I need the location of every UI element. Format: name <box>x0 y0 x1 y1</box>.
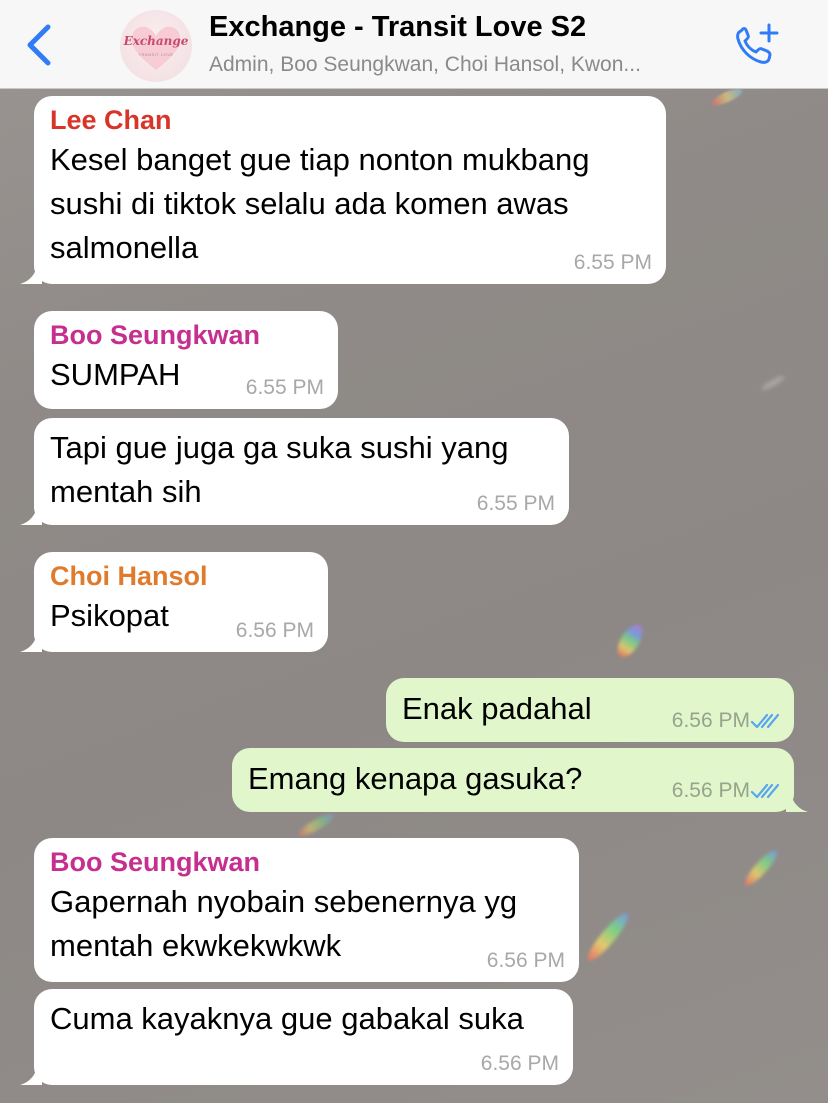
message-text: sushi di tiktok selalu ada komen awas <box>50 186 569 221</box>
message-text: Gapernah nyobain sebenernya yg <box>50 884 518 919</box>
wallpaper-glint <box>612 620 648 662</box>
message-bubble[interactable]: Boo Seungkwan Gapernah nyobain sebenerny… <box>34 838 579 982</box>
bubble-tail <box>20 262 42 284</box>
read-ticks-icon <box>750 713 780 729</box>
add-call-button[interactable] <box>732 22 782 68</box>
message-text: Kesel banget gue tiap nonton mukbang <box>50 142 590 177</box>
message-bubble[interactable]: Tapi gue juga ga suka sushi yang mentah … <box>20 418 569 525</box>
message-bubble[interactable]: Choi Hansol Psikopat 6.56 PM <box>20 552 328 652</box>
wallpaper-glint <box>296 810 336 840</box>
message-timestamp: 6.56 PM <box>486 949 565 972</box>
message-text: salmonella <box>50 230 199 265</box>
sender-name[interactable]: Boo Seungkwan <box>50 838 563 880</box>
sender-name[interactable]: Boo Seungkwan <box>50 311 322 353</box>
group-avatar[interactable]: Exchange TRANSIT LOVE <box>120 10 192 82</box>
message-timestamp: 6.56 PM <box>235 619 314 642</box>
message-timestamp: 6.55 PM <box>245 376 324 399</box>
wallpaper-glint <box>760 373 786 393</box>
avatar-logo-text: Exchange <box>123 34 189 48</box>
phone-plus-icon <box>736 23 779 64</box>
message-bubble[interactable]: Cuma kayaknya gue gabakal suka 6.56 PM <box>20 989 573 1085</box>
wallpaper-glint <box>583 909 633 965</box>
message-timestamp: 6.56 PM <box>671 779 750 802</box>
sender-name[interactable]: Lee Chan <box>50 96 650 138</box>
read-ticks-icon <box>750 783 780 799</box>
message-timestamp: 6.55 PM <box>476 492 555 515</box>
message-text: Tapi gue juga ga suka sushi yang <box>50 430 509 465</box>
bubble-tail <box>786 790 808 812</box>
message-bubble-outgoing[interactable]: Emang kenapa gasuka? 6.56 PM <box>232 748 808 812</box>
message-text: Cuma kayaknya gue gabakal suka <box>50 1001 524 1036</box>
message-bubble[interactable]: Boo Seungkwan SUMPAH 6.55 PM <box>34 311 338 409</box>
bubble-tail <box>20 1063 42 1085</box>
message-bubble[interactable]: Lee Chan Kesel banget gue tiap nonton mu… <box>20 96 666 284</box>
back-button[interactable] <box>22 22 58 68</box>
message-timestamp: 6.56 PM <box>480 1052 559 1075</box>
chevron-left-icon <box>27 24 51 66</box>
message-timestamp: 6.55 PM <box>573 251 652 274</box>
message-bubble-outgoing[interactable]: Enak padahal 6.56 PM <box>386 678 794 742</box>
chat-title[interactable]: Exchange - Transit Love S2 <box>209 11 586 44</box>
avatar-logo-subtext: TRANSIT LOVE <box>138 52 174 57</box>
chat-participants[interactable]: Admin, Boo Seungkwan, Choi Hansol, Kwon.… <box>209 53 721 77</box>
wallpaper-glint <box>741 846 781 890</box>
bubble-tail <box>20 630 42 652</box>
message-timestamp: 6.56 PM <box>671 709 750 732</box>
chat-header: Exchange TRANSIT LOVE Exchange - Transit… <box>0 0 828 89</box>
bubble-tail <box>20 503 42 525</box>
sender-name[interactable]: Choi Hansol <box>50 552 312 594</box>
